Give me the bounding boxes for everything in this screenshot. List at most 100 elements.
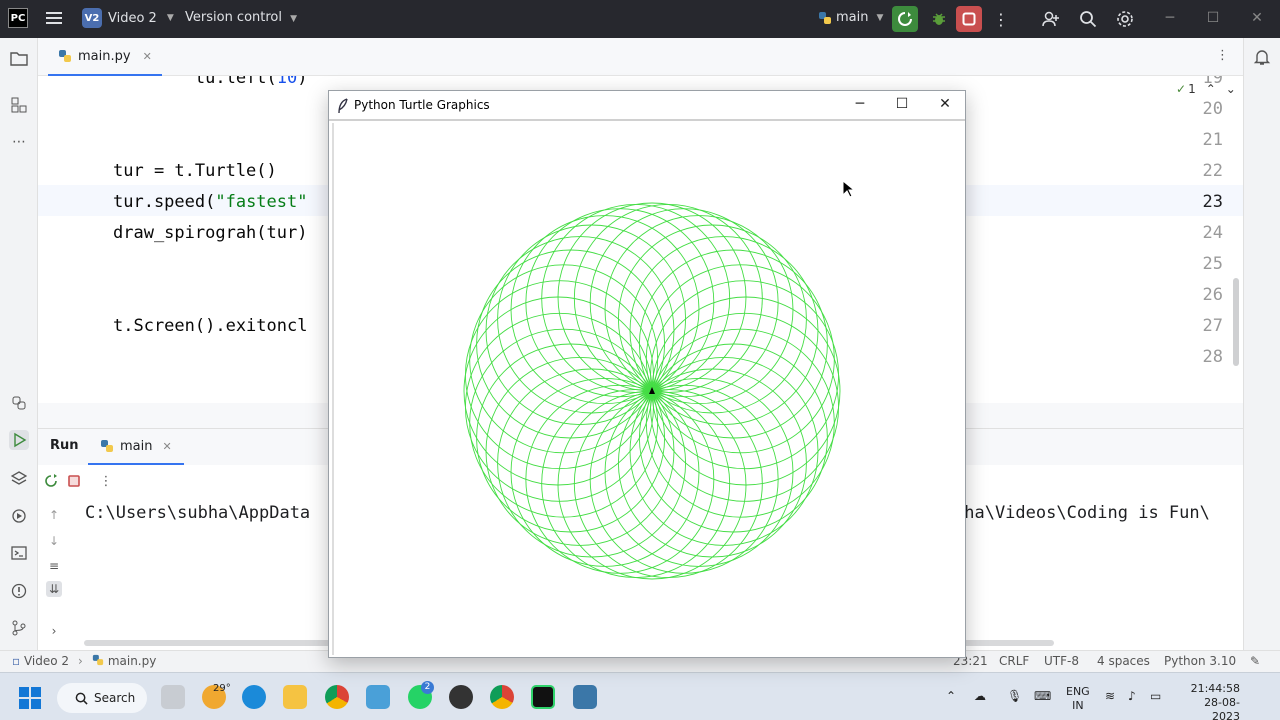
version-control-menu[interactable]: Version control ▼ [185,10,297,25]
obs-icon[interactable] [449,685,473,709]
services-icon[interactable] [9,506,29,526]
scroll-to-end-icon[interactable]: ⇊ [46,581,62,597]
add-user-icon[interactable] [1040,8,1062,30]
code-line: tu.left(10) [113,76,308,88]
onedrive-icon[interactable]: ☁ [974,689,986,703]
clock[interactable]: 21:44:58 28-08-2023 [1180,682,1240,720]
soft-wrap-icon[interactable]: ≡ [46,558,62,574]
close-icon[interactable]: ✕ [1247,10,1267,26]
search-icon[interactable] [1077,8,1099,30]
python-interpreter[interactable]: Python 3.10 [1164,654,1236,668]
run-config-selector[interactable]: main ▼ [818,10,883,25]
chevron-down-icon: ▼ [166,13,174,23]
line-number: 28 [1202,347,1223,367]
console-output-left: C:\Users\subha\AppData [85,503,311,523]
indent-setting[interactable]: 4 spaces [1097,654,1150,668]
editor-scrollbar[interactable] [1233,278,1239,366]
inspection-widget[interactable]: ✓ 1 ⌃ ⌄ [1176,82,1236,96]
file-encoding[interactable]: UTF-8 [1044,654,1079,668]
run-tool-icon[interactable] [9,430,29,450]
minimize-icon[interactable]: ─ [849,96,871,116]
line-number: 21 [1202,130,1223,150]
arrow-up-icon[interactable]: ↑ [46,507,62,523]
code-line: tur.speed("fastest" [113,192,308,212]
folder-icon[interactable] [9,48,29,68]
turtle-window-titlebar[interactable]: Python Turtle Graphics ─ ☐ ✕ [329,91,965,121]
chrome-profile-icon[interactable] [490,685,514,709]
tabs-more-icon[interactable]: ⋮ [1216,48,1229,63]
settings-gear-icon[interactable] [1114,8,1136,30]
volume-icon[interactable]: ♪ [1128,689,1136,703]
line-number: 22 [1202,161,1223,181]
main-menu-icon[interactable] [44,9,64,29]
more-actions-icon[interactable]: ⋮ [98,473,114,489]
notifications-bell-icon[interactable] [1253,48,1271,70]
status-project[interactable]: ▫ Video 2 [12,654,69,668]
tab-label: main.py [78,48,131,64]
project-selector[interactable]: V2 Video 2 ▼ [82,8,174,28]
structure-icon[interactable] [9,95,29,115]
rerun-button[interactable] [892,6,918,32]
taskbar-search[interactable]: Search [57,683,147,713]
project-name: Video 2 [108,10,157,26]
version-control-label: Version control [185,10,282,25]
close-tab-icon[interactable]: ✕ [162,440,171,453]
turtle-canvas[interactable] [332,123,962,655]
stop-button[interactable] [956,6,982,32]
mouse-cursor-icon [842,180,854,198]
python-icon [819,11,831,24]
console-output-right: bha\Videos\Coding is Fun\ [954,503,1210,523]
status-file[interactable]: main.py [92,654,156,668]
maximize-icon[interactable]: ☐ [891,96,913,116]
tab-main-py[interactable]: main.py ✕ [48,38,162,76]
task-view-icon[interactable] [161,685,185,709]
python-taskbar-icon[interactable] [573,685,597,709]
chevron-right-icon[interactable]: › [46,623,62,639]
python-console-icon[interactable] [9,393,29,413]
chevron-up-icon[interactable]: ⌃ [946,689,956,703]
chrome-icon[interactable] [325,685,349,709]
input-language[interactable]: ENG IN [1066,685,1090,713]
edge-icon[interactable] [242,685,266,709]
code-line: draw_spirograh(tur) [113,223,308,243]
close-tab-icon[interactable]: ✕ [143,50,152,63]
stop-icon[interactable] [66,473,82,489]
bug-icon [933,13,945,25]
problems-icon[interactable] [9,581,29,601]
maximize-icon[interactable]: ☐ [1203,10,1223,26]
python-file-icon [59,50,71,62]
notification-badge: 2 [421,681,434,694]
minimize-icon[interactable]: ─ [1160,10,1180,26]
layers-icon[interactable] [9,468,29,488]
more-actions-icon[interactable]: ⋮ [988,6,1014,32]
more-tools-icon[interactable]: ⋯ [9,132,29,152]
terminal-icon[interactable] [9,543,29,563]
lock-icon[interactable]: ✎ [1250,654,1260,668]
microphone-icon[interactable]: 🎙 [1007,689,1022,703]
file-explorer-icon[interactable] [283,685,307,709]
debug-button[interactable] [926,6,952,32]
line-number: 20 [1202,99,1223,119]
pycharm-taskbar-icon[interactable] [531,685,555,709]
wifi-icon[interactable]: ≋ [1105,689,1115,703]
rerun-icon[interactable] [43,473,59,489]
windows-start-icon[interactable] [19,687,41,709]
turtle-graphics-window[interactable]: Python Turtle Graphics ─ ☐ ✕ [328,90,966,658]
stop-icon [962,12,976,26]
chevron-up-icon[interactable]: ⌃ [1206,82,1216,96]
project-badge: V2 [82,8,102,28]
chevron-down-icon: ▼ [876,12,884,23]
line-number: 23 [1202,192,1223,212]
app-icon[interactable] [366,685,390,709]
line-separator[interactable]: CRLF [999,654,1029,668]
git-icon[interactable] [9,618,29,638]
keyboard-icon[interactable]: ⌨ [1034,689,1051,703]
close-icon[interactable]: ✕ [934,96,956,116]
spirograph-drawing [463,202,841,580]
run-tab-label: main [120,438,153,454]
python-icon [101,440,113,452]
arrow-down-icon[interactable]: ↓ [46,533,62,549]
chevron-down-icon[interactable]: ⌄ [1226,82,1236,96]
battery-icon[interactable]: ▭ [1150,689,1161,703]
run-tab-main[interactable]: main ✕ [88,429,184,465]
